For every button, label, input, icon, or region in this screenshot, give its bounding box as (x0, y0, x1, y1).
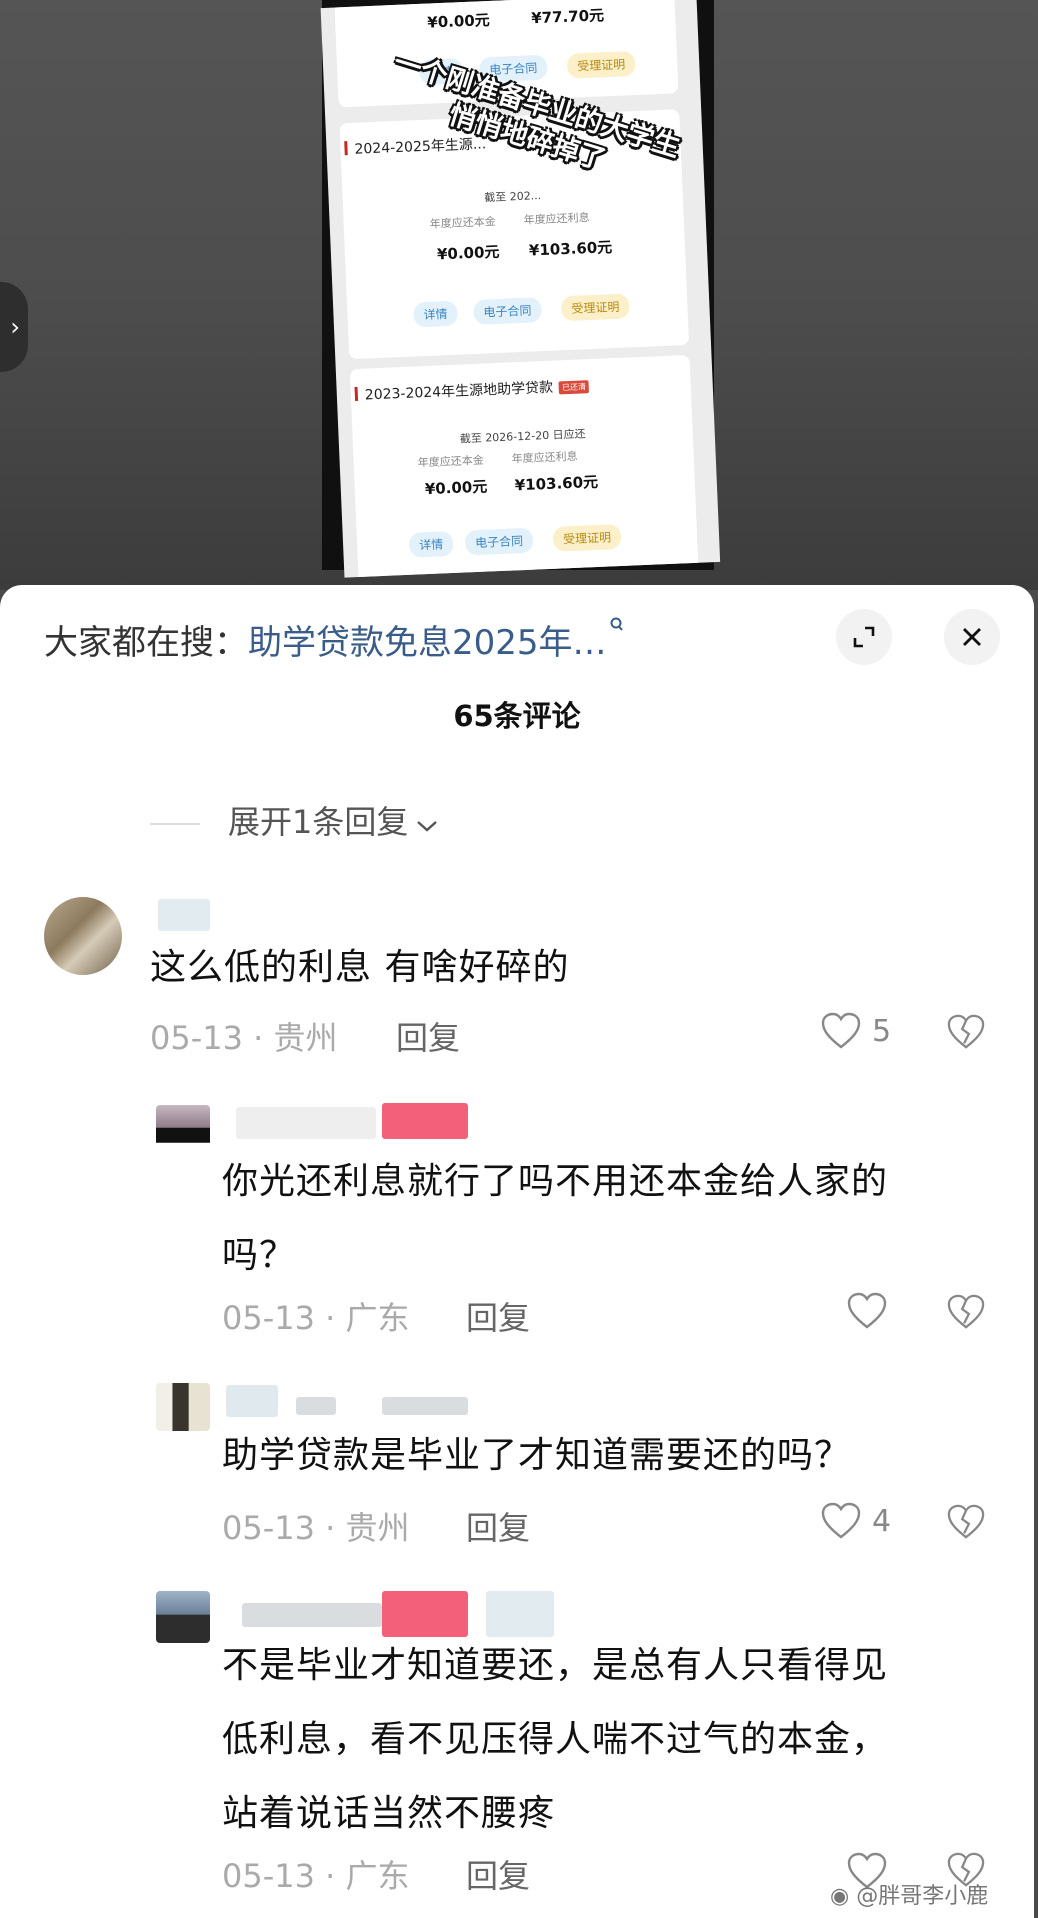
certificate-button: 受理证明 (560, 293, 630, 322)
avatar[interactable] (156, 1105, 210, 1155)
like-button[interactable]: 5 (820, 1011, 891, 1051)
expand-replies-button[interactable]: 展开1条回复 (150, 797, 438, 843)
heart-icon (821, 1502, 861, 1539)
interest-label: 年度应还利息 (523, 210, 590, 227)
dislike-button[interactable] (946, 1013, 986, 1055)
principal-amount: ¥0.00元 (436, 242, 500, 264)
contract-button: 电子合同 (472, 297, 542, 325)
loan-title: 2023-2024年生源地助学贷款 已还清 (364, 375, 590, 404)
broken-heart-icon (947, 1014, 985, 1049)
watermark: ◉ @胖哥李小鹿 (830, 1878, 988, 1910)
username-badge (382, 1103, 468, 1139)
previous-video-button[interactable]: › (0, 282, 28, 372)
meta-separator: · (242, 1019, 274, 1057)
heart-icon (821, 1012, 861, 1049)
comment-meta: 05-13 · 广东 (222, 1293, 410, 1339)
username[interactable] (226, 1385, 278, 1417)
username (296, 1397, 336, 1415)
interest-amount: ¥103.60元 (528, 238, 613, 260)
chevron-down-icon (416, 803, 438, 841)
username (382, 1397, 468, 1415)
interest-label: 年度应还利息 (511, 449, 578, 466)
comment-date: 05-13 (222, 1299, 315, 1337)
chevron-right-icon: › (10, 313, 20, 341)
principal-amount: ¥0.00元 (426, 11, 491, 32)
avatar[interactable] (44, 897, 122, 975)
like-button[interactable]: 4 (820, 1501, 891, 1541)
comment-count: 65条评论 (453, 699, 581, 733)
like-count: 4 (872, 1503, 892, 1539)
meta-separator: · (314, 1509, 346, 1547)
video-player[interactable]: ¥0.00元 ¥77.70元 详情 电子合同 受理证明 2024-2025年生源… (0, 0, 1038, 590)
trending-search-term[interactable]: 助学贷款免息2025年… (248, 623, 607, 663)
expand-button[interactable] (836, 609, 892, 665)
details-button: 详情 (408, 531, 454, 558)
username[interactable] (158, 899, 210, 931)
broken-heart-icon (947, 1294, 985, 1329)
loan-due-date: 截至 2026-12-20 日应还 (459, 427, 586, 446)
paid-badge: 已还清 (558, 379, 590, 394)
search-icon[interactable] (609, 615, 625, 639)
trending-search-prefix: 大家都在搜： (44, 623, 248, 663)
details-button: 详情 (413, 300, 459, 328)
comment-line: 不是毕业才知道要还，是总有人只看得见 (222, 1645, 889, 1686)
reply-button[interactable]: 回复 (396, 1013, 460, 1059)
contract-button: 电子合同 (464, 527, 534, 556)
reply-button[interactable]: 回复 (466, 1503, 530, 1549)
loan-card: 2023-2024年生源地助学贷款 已还清 截至 2026-12-20 日应还 年… (349, 354, 700, 578)
comment-text: 你光还利息就行了吗不用还本金给人家的 吗？ (222, 1145, 1012, 1293)
certificate-button: 受理证明 (566, 50, 636, 79)
meta-separator: · (314, 1299, 346, 1337)
comment-sheet: 大家都在搜：助学贷款免息2025年… 65条评论 展开1条回复 这么低的利息 有… (0, 585, 1034, 1918)
comment-meta: 05-13 · 贵州 (222, 1503, 410, 1549)
expand-replies-label: 展开1条回复 (228, 803, 409, 841)
principal-amount: ¥0.00元 (424, 477, 488, 499)
weibo-icon: ◉ (830, 1884, 850, 1909)
comment-location: 贵州 (273, 1019, 338, 1057)
comment-date: 05-13 (150, 1019, 243, 1057)
username[interactable] (236, 1107, 376, 1139)
meta-separator: · (314, 1857, 346, 1895)
expand-icon (853, 626, 875, 648)
broken-heart-icon (947, 1504, 985, 1539)
dislike-button[interactable] (946, 1293, 986, 1335)
comment-meta: 05-13 · 贵州 (150, 1013, 338, 1059)
avatar[interactable] (156, 1591, 210, 1643)
comment-line: 你光还利息就行了吗不用还本金给人家的 (222, 1161, 889, 1202)
comment-location: 广东 (345, 1299, 410, 1337)
comment-date: 05-13 (222, 1857, 315, 1895)
certificate-button: 受理证明 (552, 523, 622, 552)
username[interactable] (242, 1603, 382, 1627)
comment-meta: 05-13 · 广东 (222, 1851, 410, 1897)
reply-button[interactable]: 回复 (466, 1851, 530, 1897)
heart-icon (847, 1292, 887, 1329)
divider (150, 823, 200, 825)
comment-location: 广东 (345, 1857, 410, 1895)
close-button[interactable] (944, 609, 1000, 665)
interest-amount: ¥77.70元 (530, 6, 605, 28)
comment-text: 助学贷款是毕业了才知道需要还的吗？ (222, 1435, 852, 1476)
close-icon (963, 628, 981, 646)
principal-label: 年度应还本金 (429, 214, 496, 231)
comment-line: 吗？ (222, 1235, 297, 1276)
comment-date: 05-13 (222, 1509, 315, 1547)
reply-button[interactable]: 回复 (466, 1293, 530, 1339)
comment-text: 不是毕业才知道要还，是总有人只看得见 低利息，看不见压得人喘不过气的本金， 站着… (222, 1629, 1022, 1851)
watermark-text: @胖哥李小鹿 (856, 1884, 989, 1909)
interest-amount: ¥103.60元 (514, 472, 599, 495)
like-button[interactable] (846, 1291, 888, 1331)
like-count: 5 (872, 1013, 892, 1049)
comment-text: 这么低的利息 有啥好碎的 (150, 947, 570, 988)
dislike-button[interactable] (946, 1503, 986, 1545)
comment-line: 站着说话当然不腰疼 (222, 1793, 556, 1834)
avatar[interactable] (156, 1383, 210, 1431)
comment-line: 低利息，看不见压得人喘不过气的本金， (222, 1719, 889, 1760)
principal-label: 年度应还本金 (417, 453, 484, 470)
trending-search[interactable]: 大家都在搜：助学贷款免息2025年… (44, 615, 625, 664)
comment-location: 贵州 (345, 1509, 410, 1547)
